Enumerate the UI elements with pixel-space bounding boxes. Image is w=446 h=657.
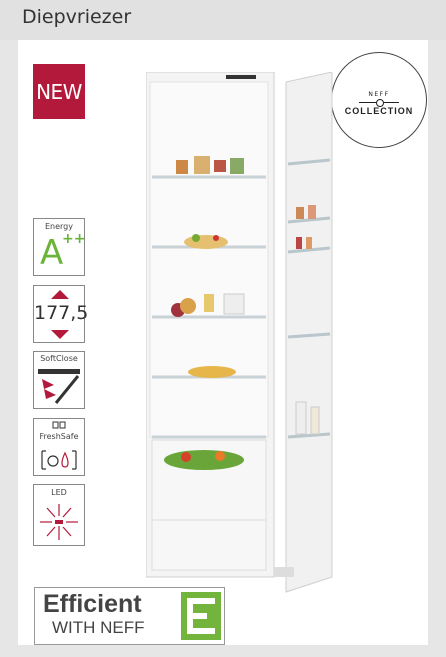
- drawer-icon: [52, 421, 66, 429]
- collection-brand: NEFF: [368, 90, 390, 98]
- arrow-down-icon: [51, 330, 69, 339]
- led-label: LED: [51, 488, 67, 497]
- header-bar: Diepvriezer: [0, 0, 446, 40]
- page-title: Diepvriezer: [22, 6, 132, 28]
- collection-label: COLLECTION: [344, 105, 414, 116]
- neff-collection-badge: NEFF COLLECTION: [331, 52, 427, 148]
- freshsafe-badge: FreshSafe: [33, 418, 85, 476]
- new-badge: NEW: [33, 64, 85, 119]
- efficient-with-neff-badge: Efficient WITH NEFF: [34, 587, 225, 645]
- efficient-subtitle: WITH NEFF: [52, 618, 145, 637]
- fridge-image: [146, 72, 333, 593]
- height-value: 177,5: [34, 302, 89, 324]
- led-badge: LED: [33, 484, 85, 546]
- freshsafe-label: FreshSafe: [39, 432, 79, 441]
- energy-class-badge: Energy A ++: [33, 218, 85, 276]
- energy-rating: A: [40, 233, 64, 273]
- product-card: NEW NEFF COLLECTION Energy A ++ 177,5 So…: [18, 40, 428, 645]
- height-badge: 177,5: [33, 285, 89, 343]
- softclose-label: SoftClose: [40, 354, 78, 363]
- energy-rating-plus: ++: [62, 231, 86, 247]
- softclose-badge: SoftClose: [33, 351, 85, 409]
- collection-divider-icon: [359, 98, 399, 107]
- fruit-drop-icon: [41, 450, 77, 470]
- efficient-e-icon: [181, 592, 221, 640]
- energy-label: Energy: [44, 222, 73, 231]
- efficient-title: Efficient: [43, 590, 142, 618]
- led-light-icon: [40, 504, 78, 540]
- softclose-icon: [38, 369, 80, 404]
- arrow-up-icon: [51, 290, 69, 299]
